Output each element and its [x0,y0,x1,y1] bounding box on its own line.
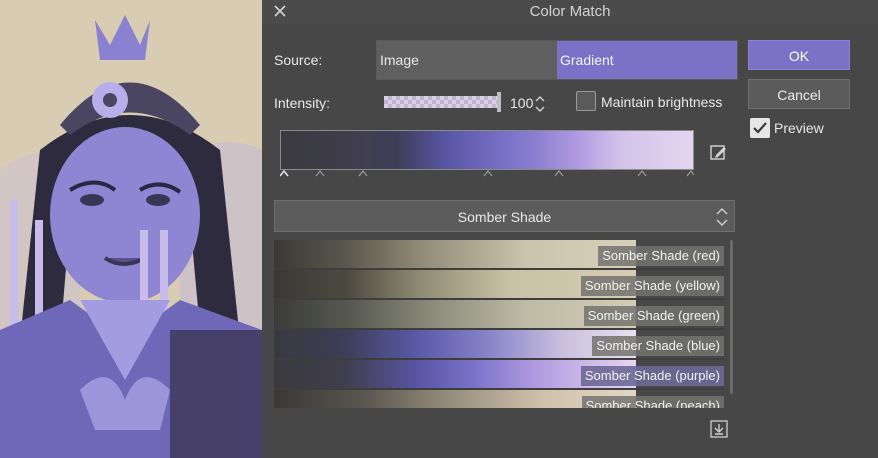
dialog-title: Color Match [529,3,611,20]
preset-item-yellow[interactable]: Somber Shade (yellow) [274,270,724,300]
eyedropper-icon[interactable] [710,143,728,161]
intensity-label: Intensity: [274,95,331,111]
preset-item-blue[interactable]: Somber Shade (blue) [274,330,724,360]
title-bar: Color Match [262,0,878,24]
preset-item-peach[interactable]: Somber Shade (peach) [274,390,724,408]
preset-name: Somber Shade (green) [583,306,724,326]
illustration-image [0,0,262,458]
preset-name: Somber Shade (yellow) [580,276,724,296]
source-label: Source: [274,52,323,68]
cancel-button[interactable]: Cancel [748,79,850,109]
gradient-stop-markers[interactable] [280,168,694,180]
intensity-slider-handle[interactable] [497,92,501,112]
source-gradient-option[interactable]: Gradient [557,41,737,79]
color-match-dialog: Color Match Source: Image Gradient OK Ca… [262,0,878,458]
ok-button[interactable]: OK [748,40,850,70]
preset-dropdown[interactable]: Somber Shade [274,200,735,232]
preset-gradient [274,330,636,358]
preset-item-purple[interactable]: Somber Shade (purple) [274,360,724,390]
intensity-value[interactable]: 100 [510,95,533,111]
preview-checkbox[interactable] [750,118,770,138]
preset-name: Somber Shade (purple) [580,366,724,386]
preset-list: Somber Shade (red) Somber Shade (yellow)… [274,240,734,408]
preset-name: Somber Shade (blue) [592,336,724,356]
chevron-updown-icon [716,208,728,226]
checkmark-icon [753,122,767,134]
preset-gradient [274,300,636,328]
preset-list-scrollbar[interactable] [730,240,733,394]
maintain-brightness-label: Maintain brightness [601,94,723,110]
preset-item-red[interactable]: Somber Shade (red) [274,240,724,270]
maintain-brightness-checkbox[interactable] [576,91,596,111]
source-image-option[interactable]: Image [377,41,557,79]
preset-gradient [274,240,636,268]
intensity-slider[interactable] [384,96,498,108]
preset-name: Somber Shade (red) [598,246,724,266]
preset-dropdown-value: Somber Shade [457,209,552,225]
preset-name: Somber Shade (peach) [581,396,724,408]
source-toggle: Image Gradient [376,40,738,80]
import-icon[interactable] [710,420,728,438]
gradient-preview-bar[interactable] [280,130,694,170]
preview-label: Preview [774,120,824,136]
illustration-canvas [0,0,262,458]
preset-item-green[interactable]: Somber Shade (green) [274,300,724,330]
intensity-stepper-icon[interactable] [535,94,545,114]
